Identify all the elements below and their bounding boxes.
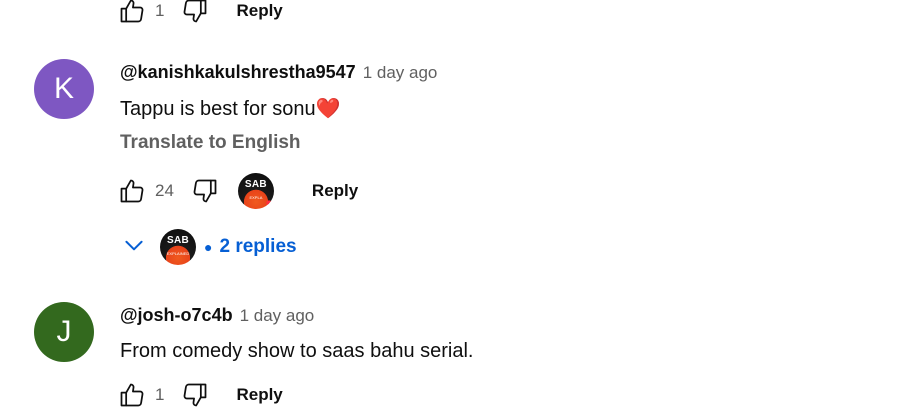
comment-body: Tappu is best for sonu: [120, 98, 316, 120]
like-count: 24: [155, 181, 174, 200]
dislike-button[interactable]: [180, 380, 210, 410]
avatar-letter: J: [56, 315, 72, 348]
thumbs-down-icon: [184, 0, 207, 23]
author-handle[interactable]: @josh-o7c4b: [120, 305, 233, 326]
like-button[interactable]: [117, 0, 147, 26]
avatar-letter: K: [53, 72, 74, 105]
reply-button[interactable]: Reply: [236, 0, 282, 25]
avatar[interactable]: K: [34, 59, 94, 119]
creator-logo-subtext: EXPLA: [249, 195, 263, 200]
heart-emoji: ❤️: [315, 98, 341, 120]
comment-actions: 24 SAB EXPLA ❤ Reply: [117, 173, 358, 209]
comment-timestamp[interactable]: 1 day ago: [240, 306, 315, 326]
thumbs-up-icon: [120, 179, 144, 203]
comment-actions-top: 1 Reply: [117, 0, 283, 26]
heart-icon: ❤: [265, 197, 274, 209]
thumbs-down-icon: [184, 383, 207, 407]
separator-dot: ●: [204, 239, 213, 255]
like-button[interactable]: [117, 380, 147, 410]
chevron-down-icon: [121, 232, 147, 263]
dislike-button[interactable]: [180, 0, 210, 26]
comment-timestamp[interactable]: 1 day ago: [363, 63, 438, 83]
creator-logo-text: SAB: [166, 235, 189, 246]
creator-avatar: SAB EXPLAINED: [160, 229, 196, 265]
replies-count-label[interactable]: 2 replies: [219, 236, 296, 258]
dislike-button[interactable]: [190, 176, 220, 206]
comment-header: @kanishkakulshrestha9547 1 day ago: [120, 62, 437, 83]
author-handle[interactable]: @kanishkakulshrestha9547: [120, 62, 356, 83]
avatar[interactable]: J: [34, 302, 94, 362]
thumbs-up-icon: [120, 0, 144, 23]
view-replies-button[interactable]: SAB EXPLAINED ● 2 replies: [121, 228, 297, 266]
thumbs-up-icon: [120, 383, 144, 407]
like-count: 1: [155, 1, 165, 20]
creator-heart-badge: SAB EXPLA ❤: [237, 173, 274, 209]
creator-logo-text: SAB: [244, 179, 267, 190]
like-button[interactable]: [117, 176, 147, 206]
comment-actions: 1 Reply: [117, 380, 283, 410]
reply-button[interactable]: Reply: [236, 381, 282, 409]
comment-header: @josh-o7c4b 1 day ago: [120, 305, 314, 326]
creator-logo-subtext: EXPLAINED: [166, 251, 190, 256]
like-count: 1: [155, 385, 165, 404]
reply-button[interactable]: Reply: [312, 177, 358, 205]
comment-text: Tappu is best for sonu❤️: [120, 96, 341, 121]
translate-button[interactable]: Translate to English: [120, 132, 301, 154]
comment-text: From comedy show to saas bahu serial.: [120, 340, 474, 362]
thumbs-down-icon: [193, 179, 217, 203]
